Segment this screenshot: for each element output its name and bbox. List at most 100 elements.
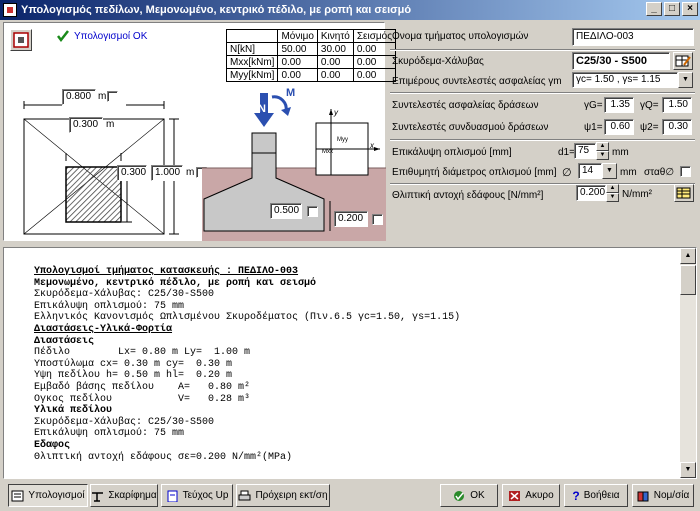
chevron-down-icon[interactable]: ▼ [602, 163, 617, 179]
lx-checkbox[interactable] [107, 91, 118, 102]
status-text: Υπολογισμοί ΟΚ [74, 31, 148, 42]
calculations-button[interactable]: Υπολογισμοί [8, 484, 88, 507]
table-cell[interactable]: 30.00 [316, 42, 354, 56]
norms-button[interactable]: Νομ/σία [632, 484, 694, 507]
report-line: Διαστάσεις [34, 335, 95, 347]
cover-label: Επικάλυψη οπλισμού [mm] [392, 147, 512, 158]
soil-strength-input[interactable]: 0.200 [576, 185, 606, 201]
report-line: Πέδιλο Lx= 0.80 m Ly= 1.00 m [34, 347, 251, 359]
footing-type-button[interactable] [10, 29, 32, 51]
h-checkbox[interactable] [307, 206, 318, 217]
table-header-row: Μόνιμο Κινητό Σεισμός [225, 29, 397, 43]
material-label: Σκυρόδεμα-Χάλυβας [392, 56, 484, 67]
loads-table: Μόνιμο Κινητό Σεισμός N[kN] 50.00 30.00 … [225, 29, 397, 82]
footing-hl-input[interactable]: 0.200 [334, 211, 368, 227]
myy-label: Myy [337, 137, 348, 143]
cx-unit: m [106, 119, 115, 130]
chevron-down-icon[interactable]: ▼ [678, 72, 693, 88]
table-row: N[kN] 50.00 30.00 0.00 [225, 42, 397, 56]
d1-label: d1= [558, 147, 575, 158]
hl-checkbox[interactable] [372, 214, 383, 225]
diameter-select[interactable]: 14 [578, 163, 602, 179]
print-draft-button[interactable]: Πρόχειρη εκτ/ση [236, 484, 330, 507]
cancel-button[interactable]: Ακυρο [502, 484, 560, 507]
cover-input[interactable]: 75 [574, 143, 596, 159]
safety-factors-label: Συντελεστές ασφαλείας δράσεων [392, 100, 539, 111]
teuxos-button[interactable]: Τεύχος Up [161, 484, 233, 507]
report-line: Υψη πεδίλου h= 0.50 m hl= 0.20 m [34, 370, 233, 382]
scroll-up-icon[interactable]: ▲ [680, 248, 696, 264]
gamma-g-label: γG= [584, 100, 603, 111]
report-line: Σκυρόδεμα-Χάλυβας: C25/30-S500 [34, 416, 215, 428]
teuxos-label: Τεύχος Up [182, 490, 229, 501]
table-icon [676, 187, 691, 199]
partial-factors-label: Επιμέρους συντελεστές ασφαλείας γm [392, 76, 562, 87]
table-row: Myy[kNm] 0.00 0.00 0.00 [225, 68, 397, 82]
lx-unit: m [98, 91, 107, 102]
sketch-button[interactable]: Σκαρίφημα [90, 484, 158, 507]
cover-spinner[interactable]: ▲ ▼ [596, 142, 609, 160]
soil-table-button[interactable] [674, 184, 694, 202]
cancel-label: Ακυρο [525, 490, 554, 501]
report-textarea[interactable]: Υπολογισμοί τμήματος κατασκευής : ΠΕΔΙΛΟ… [3, 247, 697, 479]
row-label: Myy[kNm] [225, 68, 279, 82]
maximize-button[interactable]: □ [664, 2, 680, 16]
plan-view-drawing [23, 101, 179, 235]
psi1-input[interactable]: 0.60 [604, 119, 634, 135]
psi1-label: ψ1= [584, 122, 603, 133]
material-select-button[interactable] [673, 52, 693, 70]
psi2-input[interactable]: 0.30 [662, 119, 692, 135]
printer-icon [238, 490, 251, 500]
diameter-label: Επιθυμητή διάμετρος οπλισμού [mm] [392, 167, 557, 178]
combination-factors-label: Συντελεστές συνδυασμού δράσεων [392, 122, 549, 133]
table-header [225, 29, 279, 43]
column-cy-input[interactable]: 0.300 [117, 165, 147, 181]
axis-y-label: y [334, 108, 338, 117]
gamma-q-label: γQ= [640, 100, 659, 111]
table-cell[interactable]: 0.00 [316, 68, 354, 82]
footing-ly-input[interactable]: 1.000 [151, 165, 183, 181]
scroll-down-icon[interactable]: ▼ [680, 462, 696, 478]
table-cell[interactable]: 0.00 [277, 68, 318, 82]
report-line: Ελληνικός Κανονισμός Ωπλισμένου Σκυροδέμ… [34, 312, 461, 324]
norms-label: Νομ/σία [653, 490, 690, 501]
ly-unit: m [186, 167, 195, 178]
name-input[interactable]: ΠΕΔΙΛΟ-003 [572, 28, 694, 46]
report-line: Υλικά πεδίλου [34, 405, 113, 417]
diameter-unit: mm [620, 167, 637, 178]
soil-unit: N/mm² [622, 189, 652, 200]
axis-x-label: x [370, 141, 374, 150]
table-cell[interactable]: 50.00 [277, 42, 318, 56]
gamma-q-input[interactable]: 1.50 [662, 97, 692, 113]
ok-icon [454, 490, 465, 501]
close-button[interactable]: × [682, 2, 698, 16]
help-button[interactable]: ? Βοήθεια [564, 484, 628, 507]
footing-h-input[interactable]: 0.500 [270, 203, 302, 219]
d1-unit: mm [612, 147, 629, 158]
material-value[interactable]: C25/30 - S500 [572, 52, 670, 70]
minimize-button[interactable]: _ [646, 2, 662, 16]
table-edit-icon [675, 55, 691, 67]
name-label: Ονομα τμήματος υπολογισμών [392, 31, 529, 42]
footing-lx-input[interactable]: 0.800 [62, 89, 96, 105]
column-cx-input[interactable]: 0.300 [69, 117, 103, 133]
ok-button[interactable]: OK [440, 484, 498, 507]
report-line: Εμβαδό βάσης πεδίλου A= 0.80 m² [34, 381, 251, 393]
report-line: Διαστάσεις-Υλικά-Φορτία [34, 323, 173, 335]
row-label: N[kN] [225, 42, 279, 56]
help-icon: ? [572, 488, 580, 503]
fixed-diameter-label: σταθ∅ [644, 167, 675, 178]
table-cell[interactable]: 0.00 [277, 55, 318, 69]
fixed-diameter-checkbox[interactable] [680, 166, 691, 177]
soil-strength-spinner[interactable]: ▲ ▼ [606, 184, 619, 202]
soil-strength-label: Θλιπτική αντοχή εδάφους [N/mm²] [392, 190, 544, 201]
calculations-label: Υπολογισμοί [28, 490, 85, 501]
report-line: Επικάλυψη οπλισμού: 75 mm [34, 300, 185, 312]
vertical-scrollbar[interactable]: ▲ ▼ [680, 248, 696, 478]
gamma-g-input[interactable]: 1.35 [604, 97, 634, 113]
sketch-icon [92, 491, 104, 502]
check-icon [57, 30, 69, 43]
scroll-thumb[interactable] [680, 265, 696, 295]
partial-factors-select[interactable]: γc= 1.50 , γs= 1.15 [572, 72, 678, 88]
table-cell[interactable]: 0.00 [316, 55, 354, 69]
